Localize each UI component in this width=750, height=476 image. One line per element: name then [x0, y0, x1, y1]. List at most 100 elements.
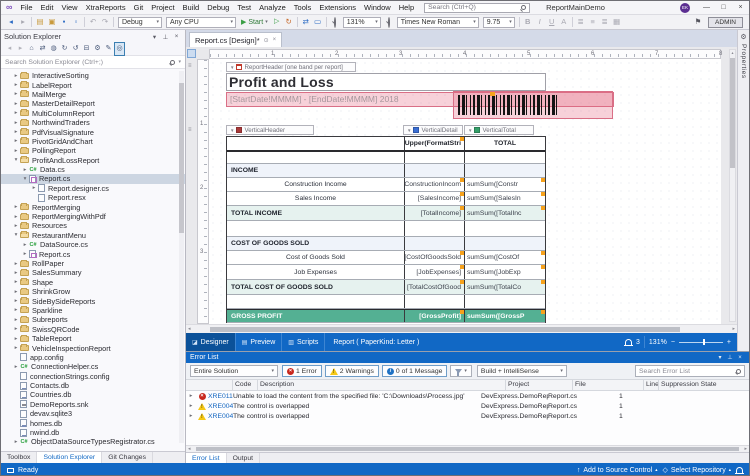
- designer-tab-designer[interactable]: ◪Designer: [186, 333, 236, 351]
- vertical-total-band-tab[interactable]: ▼ VerticalTotal: [464, 125, 534, 135]
- undo-icon[interactable]: ↶: [87, 15, 99, 29]
- zoom-select[interactable]: 131%▾: [343, 17, 381, 28]
- expander-icon[interactable]: ▸: [12, 73, 20, 79]
- expander-icon[interactable]: ▸: [12, 110, 20, 116]
- row-total-cell[interactable]: sumSum([CostOf: [464, 251, 545, 264]
- pending-changes-icon[interactable]: ◍: [48, 43, 59, 55]
- row-total-cell[interactable]: sumSum([Constr: [464, 178, 545, 191]
- forward-icon[interactable]: ▸: [17, 15, 29, 29]
- tree-item-connectionhelper-cs[interactable]: ▸ConnectionHelper.cs: [1, 362, 185, 371]
- tree-item-nwind-db[interactable]: nwind.db: [1, 428, 185, 437]
- expander-icon[interactable]: ▸: [186, 413, 196, 419]
- tree-item-devav-sqlite3[interactable]: devav.sqlite3: [1, 409, 185, 418]
- messages-filter-button[interactable]: i 0 of 1 Message: [382, 365, 447, 377]
- expander-icon[interactable]: ▾: [12, 232, 20, 238]
- menu-xtrareports[interactable]: XtraReports: [82, 1, 130, 14]
- row-label-cell[interactable]: Sales Income: [227, 192, 404, 205]
- band-grip-icon[interactable]: ≡: [188, 127, 192, 133]
- row-detail-cell[interactable]: [404, 164, 464, 177]
- sync-icon[interactable]: ↺: [70, 43, 81, 55]
- header-total-cell[interactable]: TOTAL: [464, 137, 545, 150]
- notifications-icon[interactable]: [625, 339, 632, 345]
- tree-item-shrinkgrow[interactable]: ▸ShrinkGrow: [1, 287, 185, 296]
- menu-analyze[interactable]: Analyze: [255, 1, 290, 14]
- menu-file[interactable]: File: [16, 1, 36, 14]
- menu-window[interactable]: Window: [360, 1, 395, 14]
- redo-icon[interactable]: ↷: [99, 15, 111, 29]
- error-hscroll-thumb[interactable]: [196, 447, 739, 451]
- expander-icon[interactable]: ▸: [12, 289, 20, 295]
- tree-item-report-cs[interactable]: ▸Report.cs: [1, 249, 185, 258]
- tree-item-datasource-cs[interactable]: ▸DataSource.cs: [1, 240, 185, 249]
- row-label-cell[interactable]: [227, 221, 404, 236]
- column-header-line[interactable]: Line: [644, 380, 659, 391]
- designer-horizontal-scrollbar[interactable]: ◂ ▸: [186, 324, 737, 333]
- column-header-code[interactable]: Code: [233, 380, 258, 391]
- designer-tab-scripts[interactable]: ▥Scripts: [282, 333, 325, 351]
- row-total-cell[interactable]: [464, 221, 545, 236]
- row-label-cell[interactable]: TOTAL COST OF GOODS SOLD: [227, 280, 404, 294]
- report-row-blank-5[interactable]: [227, 221, 545, 237]
- expander-icon[interactable]: ▸: [12, 326, 20, 332]
- close-panel-icon[interactable]: ×: [171, 33, 182, 40]
- row-total-cell[interactable]: sumSum([GrossP: [464, 310, 545, 322]
- error-code-link[interactable]: XRE004: [208, 413, 233, 420]
- report-row-cost-of-goods-sold[interactable]: Cost of Goods Sold[CostOfGoodsSoldsumSum…: [227, 251, 545, 265]
- font-select[interactable]: Times New Roman▾: [397, 17, 479, 28]
- menu-test[interactable]: Test: [233, 1, 255, 14]
- save-icon[interactable]: ▪: [58, 15, 70, 29]
- save-all-icon[interactable]: ▫: [70, 15, 82, 29]
- select-report-icon[interactable]: [187, 49, 196, 58]
- tree-item-pdfvisualsignature[interactable]: ▸PdfVisualSignature: [1, 127, 185, 136]
- expander-icon[interactable]: ▸: [12, 270, 20, 276]
- tree-item-masterdetailreport[interactable]: ▸MasterDetailReport: [1, 99, 185, 108]
- row-label-cell[interactable]: INCOME: [227, 164, 404, 177]
- row-total-cell[interactable]: [464, 164, 545, 177]
- zoom-in-icon[interactable]: [383, 14, 395, 30]
- errors-filter-button[interactable]: × 1 Error: [282, 365, 322, 377]
- tree-item-report-resx[interactable]: Report.resx: [1, 193, 185, 202]
- tree-item-pivotgridandchart[interactable]: ▸PivotGridAndChart: [1, 137, 185, 146]
- expander-icon[interactable]: ▸: [12, 129, 20, 135]
- menu-help[interactable]: Help: [395, 1, 418, 14]
- designer-tab-preview[interactable]: ▤Preview: [236, 333, 283, 351]
- align-right-icon[interactable]: ≣: [599, 15, 611, 29]
- expander-icon[interactable]: ▸: [186, 403, 196, 409]
- start-button[interactable]: ▶ Start ▾: [238, 18, 271, 26]
- error-list-scrollbar[interactable]: ◂ ▸: [186, 445, 749, 452]
- report-row-total-cost-of-goods-sold[interactable]: TOTAL COST OF GOODS SOLD[TotalCostOfGood…: [227, 280, 545, 295]
- tree-item-multicolumnreport[interactable]: ▸MultiColumnReport: [1, 109, 185, 118]
- expander-icon[interactable]: ▸: [30, 185, 38, 191]
- platform-select[interactable]: Any CPU▾: [166, 17, 236, 28]
- fore-color-icon[interactable]: A: [558, 15, 570, 29]
- back-icon[interactable]: ◂: [4, 43, 15, 55]
- row-detail-cell[interactable]: [GrossProfit]: [404, 310, 464, 322]
- bottom-tab-output[interactable]: Output: [227, 453, 260, 463]
- open-folder-icon[interactable]: ▣: [46, 15, 58, 29]
- row-label-cell[interactable]: Construction Income: [227, 178, 404, 191]
- expander-icon[interactable]: ▸: [21, 251, 29, 257]
- row-detail-cell[interactable]: [404, 237, 464, 250]
- pin-icon[interactable]: ⊥: [725, 354, 735, 361]
- error-code-link[interactable]: XRE011: [208, 393, 233, 400]
- zoom-slider[interactable]: [679, 342, 723, 343]
- tree-item-subreports[interactable]: ▸Subreports: [1, 315, 185, 324]
- expander-icon[interactable]: ▸: [12, 138, 20, 144]
- window-menu-icon[interactable]: ▾: [715, 354, 725, 361]
- report-row-job-expenses[interactable]: Job Expenses[JobExpenses]sumSum([JobExp: [227, 265, 545, 280]
- tree-item-labelreport[interactable]: ▸LabelReport: [1, 80, 185, 89]
- row-total-cell[interactable]: sumSum([TotalCo: [464, 280, 545, 294]
- close-tab-icon[interactable]: ×: [273, 37, 277, 43]
- expander-icon[interactable]: ▸: [12, 204, 20, 210]
- tree-item-reportmerging[interactable]: ▸ReportMerging: [1, 202, 185, 211]
- error-row-3[interactable]: ▸XRE004The control is overlappedDevExpre…: [186, 411, 749, 421]
- scroll-right-icon[interactable]: ▸: [732, 326, 735, 333]
- tree-item-restaurantmenu[interactable]: ▾RestaurantMenu: [1, 231, 185, 240]
- collapse-all-icon[interactable]: ⊟: [81, 43, 92, 55]
- tree-item-interactivesorting[interactable]: ▸InteractiveSorting: [1, 71, 185, 80]
- smart-tag-icon[interactable]: [490, 92, 495, 96]
- switch-views-icon[interactable]: ⇄: [37, 43, 48, 55]
- expander-icon[interactable]: ▾: [21, 176, 29, 182]
- feedback-icon[interactable]: ⚑: [692, 15, 704, 29]
- report-row-cost-of-goods-sold[interactable]: COST OF GOODS SOLD: [227, 237, 545, 251]
